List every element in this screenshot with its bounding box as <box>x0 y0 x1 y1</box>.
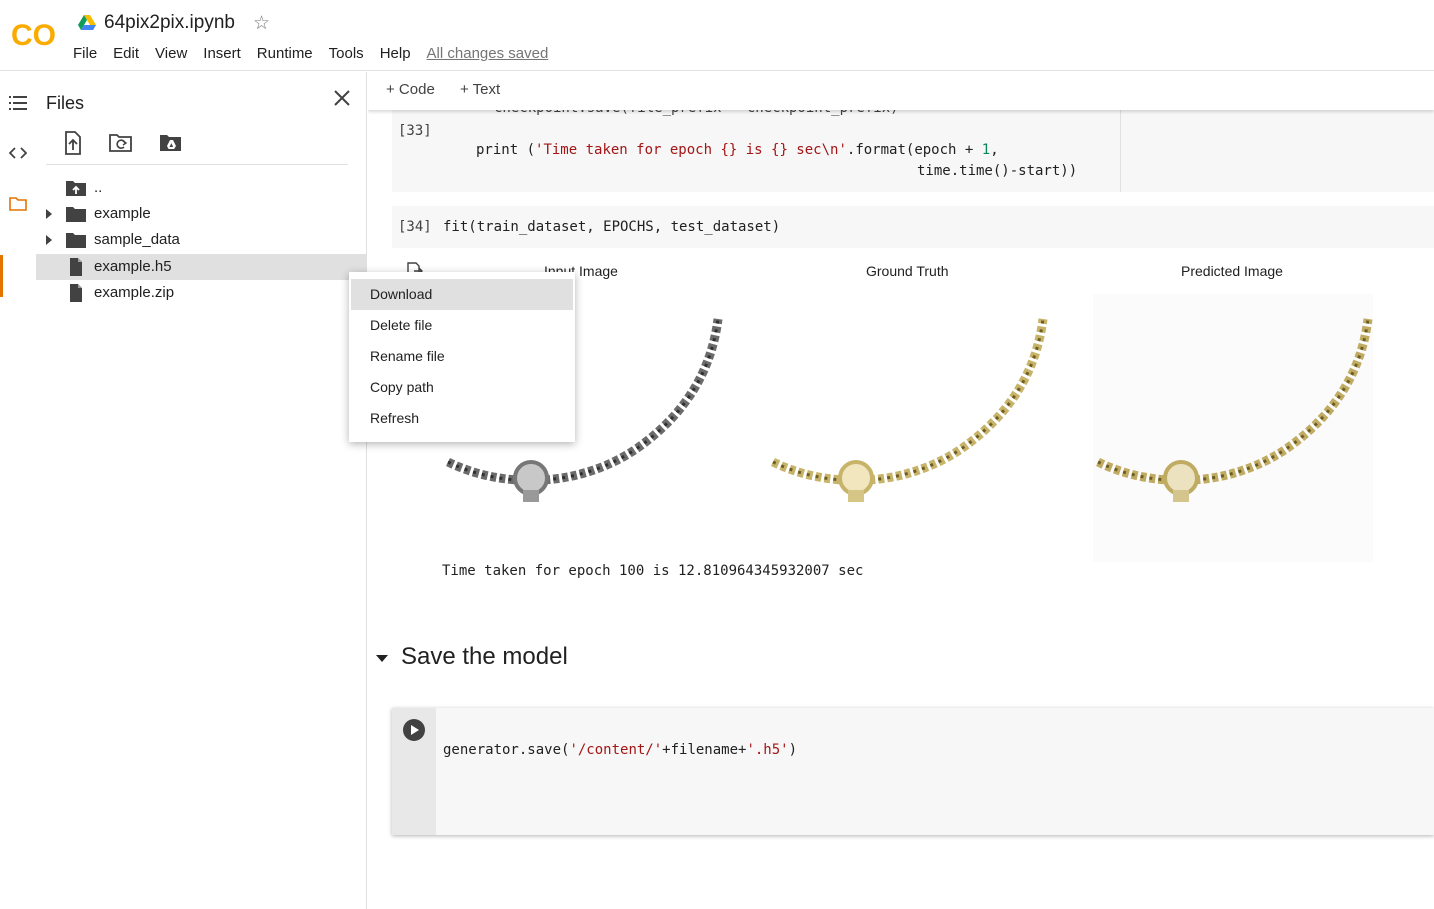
file-icon <box>70 258 82 276</box>
menu-runtime[interactable]: Runtime <box>257 45 313 62</box>
output-text: Time taken for epoch 100 is 12.810964345… <box>442 563 864 579</box>
notebook-title[interactable]: 64pix2pix.ipynb <box>104 12 235 34</box>
colab-logo[interactable]: CO <box>10 16 58 50</box>
files-folder-icon[interactable] <box>0 186 36 222</box>
output-title-ground-truth: Ground Truth <box>866 263 949 279</box>
cell-gutter <box>392 708 436 835</box>
folder-icon <box>66 207 86 222</box>
menu-item-refresh[interactable]: Refresh <box>349 403 575 434</box>
run-cell-icon[interactable] <box>403 719 425 741</box>
code-line: fit(train_dataset, EPOCHS, test_dataset) <box>443 219 781 235</box>
code-snippets-icon[interactable] <box>0 135 36 171</box>
tree-item-example-h5[interactable]: example.h5 <box>36 254 366 280</box>
ground-truth-image <box>771 318 1048 502</box>
collapse-section-icon[interactable] <box>376 655 388 662</box>
code-token: generator.save( <box>443 742 570 758</box>
menu-file[interactable]: File <box>73 45 97 62</box>
star-icon[interactable]: ☆ <box>253 12 270 35</box>
save-status-link[interactable]: All changes saved <box>427 45 549 62</box>
files-toolbar <box>46 128 348 165</box>
file-context-menu: Download Delete file Rename file Copy pa… <box>349 272 575 442</box>
files-panel-title: Files <box>46 93 85 113</box>
refresh-folder-icon[interactable] <box>108 130 134 156</box>
menu-bar: File Edit View Insert Runtime Tools Help… <box>73 45 564 62</box>
execution-count: [34] <box>398 219 432 235</box>
code-token: print ( <box>476 142 536 158</box>
tree-item-label: example.h5 <box>94 258 172 275</box>
tree-item-example[interactable]: example <box>36 201 366 227</box>
mount-drive-icon[interactable] <box>158 130 184 156</box>
close-icon[interactable] <box>330 86 354 110</box>
file-icon <box>70 284 82 302</box>
code-string: '/content/' <box>569 742 663 758</box>
notebook-area: + Code + Text checkpoint.save(file_prefi… <box>368 72 1434 909</box>
upload-icon[interactable] <box>60 130 86 156</box>
menu-item-download[interactable]: Download <box>351 279 573 310</box>
add-text-button[interactable]: + Text <box>460 81 500 98</box>
code-string: '.h5' <box>746 742 789 758</box>
menu-item-rename-file[interactable]: Rename file <box>349 341 575 372</box>
code-line: print ('Time taken for epoch {} is {} se… <box>476 142 999 158</box>
menu-item-delete-file[interactable]: Delete file <box>349 310 575 341</box>
tree-item-label: .. <box>94 179 103 196</box>
tree-item-parent[interactable]: .. <box>36 175 366 201</box>
menu-view[interactable]: View <box>155 45 187 62</box>
folder-up-icon <box>66 181 86 196</box>
table-of-contents-icon[interactable] <box>0 85 36 121</box>
code-cell-save[interactable]: generator.save('/content/'+filename+'.h5… <box>392 708 1434 835</box>
code-line: generator.save('/content/'+filename+'.h5… <box>443 742 797 758</box>
expand-arrow-icon[interactable] <box>46 209 52 219</box>
notebook-toolbar: + Code + Text <box>368 72 1434 110</box>
svg-text:CO: CO <box>11 19 56 50</box>
menu-tools[interactable]: Tools <box>329 45 364 62</box>
code-number: 1 <box>981 142 991 158</box>
predicted-image <box>1093 294 1373 562</box>
google-drive-icon <box>78 15 96 30</box>
app-header: CO 64pix2pix.ipynb ☆ File Edit View Inse… <box>0 0 1434 71</box>
code-line: time.time()-start)) <box>917 163 1078 179</box>
menu-insert[interactable]: Insert <box>203 45 241 62</box>
menu-edit[interactable]: Edit <box>113 45 139 62</box>
code-token: +filename+ <box>662 742 747 758</box>
code-token: ) <box>788 742 798 758</box>
tree-item-label: example.zip <box>94 284 175 301</box>
menu-item-copy-path[interactable]: Copy path <box>349 372 575 403</box>
code-token: .format(epoch + <box>846 142 982 158</box>
execution-count: [33] <box>398 123 432 139</box>
left-rail <box>0 72 36 909</box>
expand-arrow-icon[interactable] <box>46 235 52 245</box>
menu-help[interactable]: Help <box>380 45 411 62</box>
code-token: , <box>990 142 999 158</box>
output-title-predicted: Predicted Image <box>1181 263 1283 279</box>
tree-item-example-zip[interactable]: example.zip <box>36 280 366 306</box>
tree-item-sample-data[interactable]: sample_data <box>36 227 366 253</box>
add-code-button[interactable]: + Code <box>386 81 435 98</box>
code-string: 'Time taken for epoch {} is {} sec\n' <box>535 142 847 158</box>
files-panel: Files .. example sample_data example.h5 … <box>36 72 367 909</box>
tree-item-label: example <box>94 205 151 222</box>
folder-icon <box>66 233 86 248</box>
section-heading: Save the model <box>401 643 568 670</box>
tree-item-label: sample_data <box>94 231 180 248</box>
active-indicator <box>0 255 3 297</box>
